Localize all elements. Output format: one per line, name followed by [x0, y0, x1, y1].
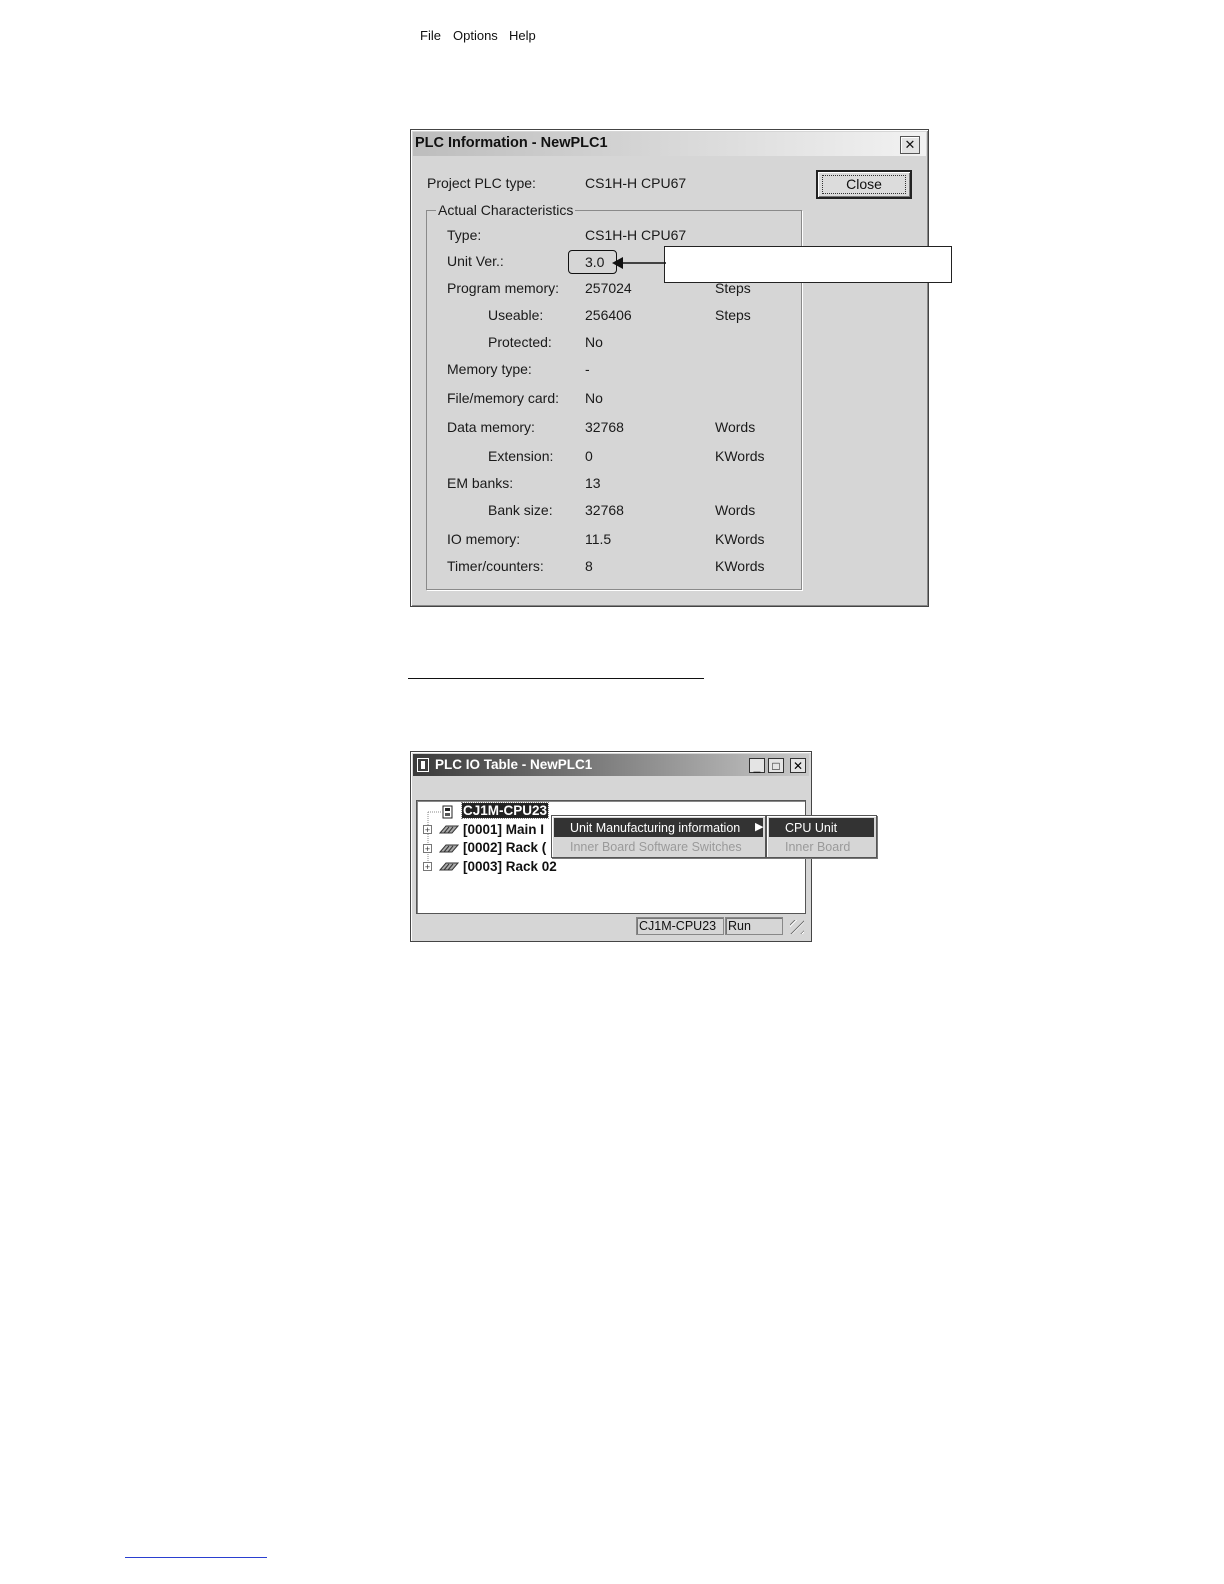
memory-type-label: Memory type:	[447, 361, 532, 377]
em-banks-value: 13	[585, 475, 601, 491]
io-memory-label: IO memory:	[447, 531, 521, 547]
actual-characteristics-label: Actual Characteristics	[436, 202, 576, 218]
timer-counters-value: 8	[585, 558, 593, 574]
extension-label: Extension:	[488, 448, 554, 464]
menu-help[interactable]: Help	[509, 28, 536, 43]
menu-options[interactable]: Options	[453, 28, 498, 43]
program-memory-label: Program memory:	[447, 280, 560, 296]
submenu-cpu-unit[interactable]: CPU Unit	[785, 821, 837, 835]
type-label: Type:	[447, 227, 482, 243]
rack-icon	[438, 862, 460, 871]
app-icon	[417, 758, 429, 772]
tree-item-rack-01[interactable]: [0002] Rack (	[463, 840, 546, 855]
type-value: CS1H-H CPU67	[585, 227, 687, 243]
menu-inner-board-switches[interactable]: Inner Board Software Switches	[570, 840, 742, 854]
expand-icon[interactable]: +	[423, 844, 432, 854]
close-icon[interactable]: ✕	[900, 136, 920, 154]
useable-label: Useable:	[488, 307, 544, 323]
project-plc-type-value: CS1H-H CPU67	[585, 175, 687, 191]
timer-counters-label: Timer/counters:	[447, 558, 544, 574]
menu-file[interactable]: File	[420, 28, 441, 43]
useable-value: 256406	[585, 307, 632, 323]
close-button[interactable]: Close	[816, 170, 912, 199]
file-memory-card-value: No	[585, 390, 603, 406]
memory-type-value: -	[585, 361, 590, 377]
bank-size-label: Bank size:	[488, 502, 553, 518]
unit-ver-value: 3.0	[585, 254, 605, 270]
extension-unit: KWords	[715, 448, 765, 464]
maximize-icon[interactable]: □	[768, 758, 784, 773]
cpu-unit-icon	[442, 805, 453, 819]
submenu: CPU Unit Inner Board	[766, 815, 877, 858]
tree-item-cpu[interactable]: CJ1M-CPU23	[460, 802, 550, 819]
minimize-icon[interactable]: _	[749, 758, 765, 773]
io-table-titlebar: PLC IO Table - NewPLC1 _ □ ✕	[413, 754, 809, 776]
callout-box	[664, 246, 952, 283]
rack-icon	[438, 844, 460, 853]
timer-counters-unit: KWords	[715, 558, 765, 574]
bank-size-value: 32768	[585, 502, 624, 518]
useable-unit: Steps	[715, 307, 751, 323]
tree-item-rack-02[interactable]: [0003] Rack 02	[463, 859, 557, 874]
rack-icon	[438, 825, 460, 834]
data-memory-unit: Words	[715, 419, 756, 435]
submenu-arrow-icon: ▶	[755, 821, 764, 833]
file-memory-card-label: File/memory card:	[447, 390, 560, 406]
protected-label: Protected:	[488, 334, 552, 350]
callout-arrow-icon	[612, 257, 666, 269]
bank-size-unit: Words	[715, 502, 756, 518]
focus-rect	[822, 175, 906, 194]
menu-unit-manufacturing-info[interactable]: Unit Manufacturing information	[570, 821, 740, 835]
section-rule	[408, 678, 704, 679]
resize-grip-icon[interactable]	[790, 920, 804, 934]
io-table-title: PLC IO Table - NewPLC1	[435, 757, 593, 772]
expand-icon[interactable]: +	[423, 825, 432, 835]
submenu-inner-board[interactable]: Inner Board	[785, 840, 850, 854]
extension-value: 0	[585, 448, 593, 464]
dialog-titlebar: PLC Information - NewPLC1 ✕	[413, 132, 926, 156]
close-window-icon[interactable]: ✕	[790, 758, 806, 773]
status-model: CJ1M-CPU23	[636, 917, 724, 935]
io-memory-unit: KWords	[715, 531, 765, 547]
context-menu: Unit Manufacturing information ▶ Inner B…	[551, 815, 766, 858]
protected-value: No	[585, 334, 603, 350]
data-memory-label: Data memory:	[447, 419, 535, 435]
expand-icon[interactable]: +	[423, 862, 432, 872]
footer-rule	[125, 1557, 267, 1558]
dialog-title: PLC Information - NewPLC1	[415, 135, 608, 151]
em-banks-label: EM banks:	[447, 475, 514, 491]
io-memory-value: 11.5	[585, 531, 612, 547]
project-plc-type-label: Project PLC type:	[427, 175, 536, 191]
status-mode: Run	[725, 917, 783, 935]
unit-ver-label: Unit Ver.:	[447, 253, 504, 269]
program-memory-value: 257024	[585, 280, 632, 296]
tree-item-main-rack[interactable]: [0001] Main I	[463, 822, 544, 837]
data-memory-value: 32768	[585, 419, 624, 435]
